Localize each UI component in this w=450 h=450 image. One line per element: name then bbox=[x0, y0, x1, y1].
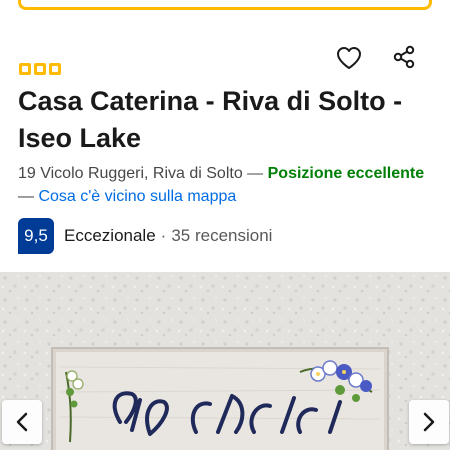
share-icon bbox=[393, 45, 415, 69]
address-separator: — bbox=[18, 188, 34, 205]
photo-prev-button[interactable] bbox=[2, 400, 42, 444]
review-count: 35 recensioni bbox=[171, 226, 273, 245]
map-link[interactable]: Cosa c'è vicino sulla mappa bbox=[38, 188, 236, 205]
share-button[interactable] bbox=[389, 42, 419, 72]
heart-outline-icon bbox=[337, 47, 361, 69]
review-separator: · bbox=[160, 226, 167, 245]
review-summary[interactable]: 9,5 Eccezionale · 35 recensioni bbox=[18, 218, 272, 254]
address-separator: — bbox=[247, 165, 264, 182]
rating-square bbox=[34, 63, 46, 75]
property-photo[interactable] bbox=[0, 272, 450, 450]
property-address-line: 19 Vicolo Ruggeri, Riva di Solto — Posiz… bbox=[18, 162, 438, 208]
property-title: Casa Caterina - Riva di Solto - Iseo Lak… bbox=[18, 86, 403, 153]
review-score-badge: 9,5 bbox=[18, 218, 54, 254]
chevron-right-icon bbox=[423, 412, 435, 432]
photo-illustration bbox=[0, 272, 450, 450]
favorite-button[interactable] bbox=[334, 43, 364, 73]
photo-next-button[interactable] bbox=[409, 400, 449, 444]
address-text: 19 Vicolo Ruggeri, Riva di Solto bbox=[18, 165, 243, 182]
chevron-left-icon bbox=[16, 412, 28, 432]
rating-square bbox=[49, 63, 61, 75]
rating-square bbox=[19, 63, 31, 75]
location-highlight: Posizione eccellente bbox=[267, 165, 425, 182]
review-word: Eccezionale bbox=[64, 226, 156, 245]
search-bar[interactable] bbox=[18, 0, 432, 10]
star-rating bbox=[19, 63, 61, 75]
